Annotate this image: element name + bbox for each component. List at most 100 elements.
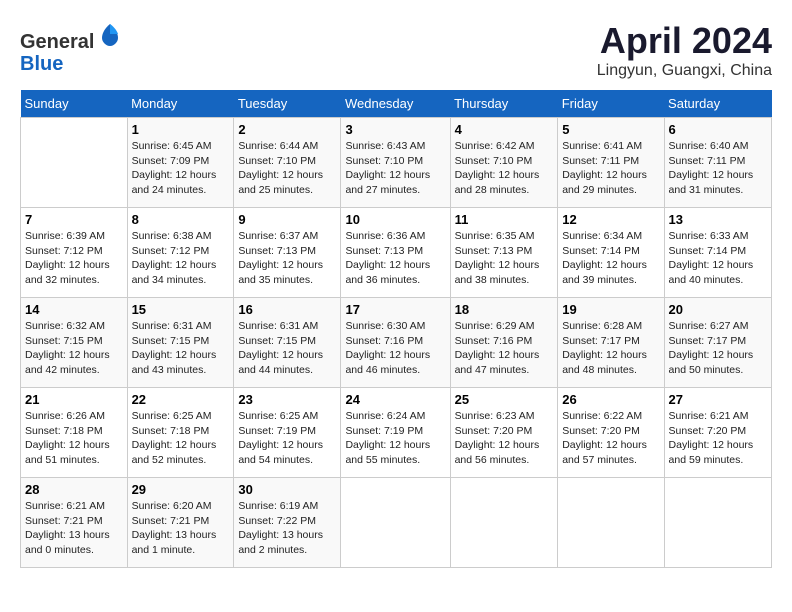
week-row-3: 21Sunrise: 6:26 AMSunset: 7:18 PMDayligh… [21,388,772,478]
day-number: 4 [455,122,554,137]
calendar-cell: 29Sunrise: 6:20 AMSunset: 7:21 PMDayligh… [127,478,234,568]
calendar-cell: 22 Sunrise: 6:25 AMSunset: 7:18 PMDayligh… [127,388,234,478]
day-info: Sunrise: 6:39 AMSunset: 7:12 PMDaylight:… [25,229,123,288]
day-info: Sunrise: 6:19 AMSunset: 7:22 PMDaylight:… [238,499,336,558]
calendar-cell: 18 Sunrise: 6:29 AMSunset: 7:16 PMDayligh… [450,298,558,388]
month-title: April 2024 [597,20,772,62]
day-info: Sunrise: 6:30 AMSunset: 7:16 PMDaylight:… [345,319,445,378]
logo-blue: Blue [20,53,63,75]
day-number: 7 [25,212,123,227]
day-info: Sunrise: 6:34 AMSunset: 7:14 PMDaylight:… [562,229,659,288]
page-header: General Blue April 2024 Lingyun, Guangxi… [20,20,772,80]
day-number: 8 [132,212,230,227]
header-tuesday: Tuesday [234,90,341,118]
day-info: Sunrise: 6:33 AMSunset: 7:14 PMDaylight:… [669,229,767,288]
day-info: Sunrise: 6:31 AMSunset: 7:15 PMDaylight:… [132,319,230,378]
day-info: Sunrise: 6:42 AMSunset: 7:10 PMDaylight:… [455,139,554,198]
calendar-cell [450,478,558,568]
logo-icon [96,20,124,48]
day-number: 14 [25,302,123,317]
calendar-cell [664,478,771,568]
day-number: 10 [345,212,445,227]
calendar-cell: 6Sunrise: 6:40 AMSunset: 7:11 PMDaylight… [664,118,771,208]
calendar-cell: 5 Sunrise: 6:41 AMSunset: 7:11 PMDaylight… [558,118,664,208]
calendar-cell: 7 Sunrise: 6:39 AMSunset: 7:12 PMDaylight… [21,208,128,298]
day-number: 13 [669,212,767,227]
week-row-1: 7 Sunrise: 6:39 AMSunset: 7:12 PMDaylight… [21,208,772,298]
week-row-2: 14 Sunrise: 6:32 AMSunset: 7:15 PMDayligh… [21,298,772,388]
calendar-cell: 27 Sunrise: 6:21 AMSunset: 7:20 PMDayligh… [664,388,771,478]
day-number: 16 [238,302,336,317]
day-info: Sunrise: 6:32 AMSunset: 7:15 PMDaylight:… [25,319,123,378]
day-info: Sunrise: 6:29 AMSunset: 7:16 PMDaylight:… [455,319,554,378]
calendar-cell: 2 Sunrise: 6:44 AMSunset: 7:10 PMDaylight… [234,118,341,208]
logo-text: General [20,20,124,53]
day-info: Sunrise: 6:45 AMSunset: 7:09 PMDaylight:… [132,139,230,198]
calendar-cell: 23Sunrise: 6:25 AMSunset: 7:19 PMDayligh… [234,388,341,478]
calendar-cell: 25 Sunrise: 6:23 AMSunset: 7:20 PMDayligh… [450,388,558,478]
calendar-cell: 3Sunrise: 6:43 AMSunset: 7:10 PMDaylight… [341,118,450,208]
day-number: 21 [25,392,123,407]
day-info: Sunrise: 6:21 AMSunset: 7:20 PMDaylight:… [669,409,767,468]
calendar-cell: 8Sunrise: 6:38 AMSunset: 7:12 PMDaylight… [127,208,234,298]
calendar-cell [341,478,450,568]
day-info: Sunrise: 6:24 AMSunset: 7:19 PMDaylight:… [345,409,445,468]
day-number: 9 [238,212,336,227]
day-info: Sunrise: 6:23 AMSunset: 7:20 PMDaylight:… [455,409,554,468]
calendar-cell [558,478,664,568]
logo: General Blue [20,20,124,75]
calendar-cell: 28 Sunrise: 6:21 AMSunset: 7:21 PMDayligh… [21,478,128,568]
day-info: Sunrise: 6:40 AMSunset: 7:11 PMDaylight:… [669,139,767,198]
calendar-cell: 15 Sunrise: 6:31 AMSunset: 7:15 PMDayligh… [127,298,234,388]
calendar-cell: 30Sunrise: 6:19 AMSunset: 7:22 PMDayligh… [234,478,341,568]
day-info: Sunrise: 6:27 AMSunset: 7:17 PMDaylight:… [669,319,767,378]
calendar-cell: 17 Sunrise: 6:30 AMSunset: 7:16 PMDayligh… [341,298,450,388]
calendar-cell: 4 Sunrise: 6:42 AMSunset: 7:10 PMDaylight… [450,118,558,208]
calendar-cell: 16 Sunrise: 6:31 AMSunset: 7:15 PMDayligh… [234,298,341,388]
header-friday: Friday [558,90,664,118]
day-number: 28 [25,482,123,497]
header-thursday: Thursday [450,90,558,118]
calendar-cell: 24 Sunrise: 6:24 AMSunset: 7:19 PMDayligh… [341,388,450,478]
day-number: 25 [455,392,554,407]
header-saturday: Saturday [664,90,771,118]
day-number: 22 [132,392,230,407]
calendar-cell: 9 Sunrise: 6:37 AMSunset: 7:13 PMDaylight… [234,208,341,298]
day-number: 27 [669,392,767,407]
day-info: Sunrise: 6:31 AMSunset: 7:15 PMDaylight:… [238,319,336,378]
calendar-cell: 12 Sunrise: 6:34 AMSunset: 7:14 PMDayligh… [558,208,664,298]
day-info: Sunrise: 6:37 AMSunset: 7:13 PMDaylight:… [238,229,336,288]
header-wednesday: Wednesday [341,90,450,118]
day-info: Sunrise: 6:22 AMSunset: 7:20 PMDaylight:… [562,409,659,468]
logo-blue-text: Blue [20,53,124,75]
day-number: 12 [562,212,659,227]
day-number: 18 [455,302,554,317]
week-row-4: 28 Sunrise: 6:21 AMSunset: 7:21 PMDayligh… [21,478,772,568]
day-number: 29 [132,482,230,497]
header-monday: Monday [127,90,234,118]
title-block: April 2024 Lingyun, Guangxi, China [597,20,772,80]
day-info: Sunrise: 6:41 AMSunset: 7:11 PMDaylight:… [562,139,659,198]
calendar-cell: 21Sunrise: 6:26 AMSunset: 7:18 PMDayligh… [21,388,128,478]
calendar-cell: 19Sunrise: 6:28 AMSunset: 7:17 PMDayligh… [558,298,664,388]
day-number: 15 [132,302,230,317]
day-info: Sunrise: 6:21 AMSunset: 7:21 PMDaylight:… [25,499,123,558]
day-number: 11 [455,212,554,227]
day-info: Sunrise: 6:25 AMSunset: 7:18 PMDaylight:… [132,409,230,468]
day-number: 5 [562,122,659,137]
day-info: Sunrise: 6:25 AMSunset: 7:19 PMDaylight:… [238,409,336,468]
day-number: 24 [345,392,445,407]
day-info: Sunrise: 6:44 AMSunset: 7:10 PMDaylight:… [238,139,336,198]
week-row-0: 1Sunrise: 6:45 AMSunset: 7:09 PMDaylight… [21,118,772,208]
logo-general: General [20,31,94,53]
day-number: 3 [345,122,445,137]
day-number: 17 [345,302,445,317]
calendar-table: SundayMondayTuesdayWednesdayThursdayFrid… [20,90,772,568]
day-info: Sunrise: 6:36 AMSunset: 7:13 PMDaylight:… [345,229,445,288]
day-info: Sunrise: 6:35 AMSunset: 7:13 PMDaylight:… [455,229,554,288]
calendar-cell [21,118,128,208]
calendar-cell: 26Sunrise: 6:22 AMSunset: 7:20 PMDayligh… [558,388,664,478]
day-number: 19 [562,302,659,317]
calendar-header-row: SundayMondayTuesdayWednesdayThursdayFrid… [21,90,772,118]
day-number: 2 [238,122,336,137]
